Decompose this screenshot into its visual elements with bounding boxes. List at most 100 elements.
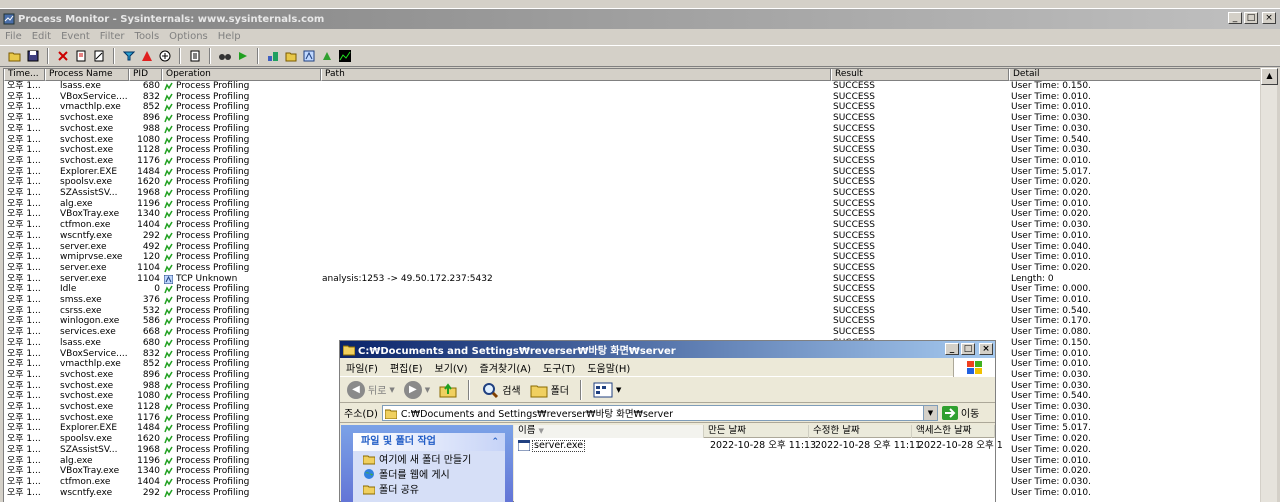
task-new-folder[interactable]: 여기에 새 폴더 만들기: [353, 451, 505, 466]
col-created[interactable]: 만든 날짜: [704, 425, 809, 438]
procmon-titlebar[interactable]: Process Monitor - Sysinternals: www.sysi…: [0, 9, 1280, 29]
jump-icon[interactable]: [234, 47, 252, 65]
file-row[interactable]: server.exe 2022-10-28 오후 11:13 2022-10-2…: [514, 439, 1003, 452]
process-tree-icon[interactable]: [186, 47, 204, 65]
col-path[interactable]: Path: [321, 69, 831, 81]
autoscroll-icon[interactable]: [72, 47, 90, 65]
col-accessed[interactable]: 액세스한 날짜: [912, 425, 995, 438]
collapse-chevron-icon[interactable]: ⌃: [491, 433, 499, 451]
table-row[interactable]: 오후 1... svchost.exe 988 Process Profiling SU…: [4, 123, 1276, 135]
back-button[interactable]: ◀ 뒤로 ▼: [344, 380, 398, 399]
folders-label: 폴더: [550, 386, 569, 397]
process-name: svchost.exe: [60, 369, 114, 380]
table-row[interactable]: 오후 1... winlogon.exe 586 Process Profiling S…: [4, 316, 1276, 327]
table-row[interactable]: 오후 1... VBoxTray.exe 1340 Process Profiling…: [4, 209, 1276, 220]
capture-icon[interactable]: [54, 47, 72, 65]
menu-tools[interactable]: 도구(T): [537, 360, 581, 375]
table-row[interactable]: 오후 1... spoolsv.exe 1620 Process Profiling S…: [4, 177, 1276, 188]
menu-event[interactable]: Event: [56, 30, 95, 44]
table-row[interactable]: 오후 1... svchost.exe 1176 Process Profiling S…: [4, 156, 1276, 167]
file-list[interactable]: 이름 ▼ 만든 날짜 수정한 날짜 액세스한 날짜 server.exe 202…: [514, 425, 1003, 502]
table-row[interactable]: 오후 1... server.exe 492 Process Profiling SUC…: [4, 242, 1276, 253]
address-input[interactable]: C:₩Documents and Settings₩reverser₩바탕 화면…: [381, 404, 938, 421]
task-publish-web[interactable]: 폴더를 웹에 게시: [353, 466, 505, 481]
toolbar-separator: [209, 48, 211, 64]
task-panel-header[interactable]: 파일 및 폴더 작업 ⌃: [353, 433, 505, 451]
close-button[interactable]: ×: [979, 343, 993, 355]
maximize-button[interactable]: □: [961, 343, 975, 355]
minimize-button[interactable]: _: [945, 343, 959, 355]
table-row[interactable]: 오후 1... wscntfy.exe 292 Process Profiling SU…: [4, 231, 1276, 242]
table-row[interactable]: 오후 1... svchost.exe 1128 Process Profiling S…: [4, 145, 1276, 156]
save-icon[interactable]: [24, 47, 42, 65]
menu-help[interactable]: 도움말(H): [581, 360, 636, 375]
views-button[interactable]: ▼: [590, 381, 624, 399]
table-row[interactable]: 오후 1... csrss.exe 532 Process Profiling SUCC…: [4, 306, 1276, 317]
table-row[interactable]: 오후 1... server.exe 1104 TCP Unknown analysis…: [4, 274, 1276, 285]
filesystem-activity-icon[interactable]: [282, 47, 300, 65]
share-folder-icon: [363, 485, 375, 494]
menu-favorites[interactable]: 즐겨찾기(A): [474, 360, 537, 375]
table-row[interactable]: 오후 1... VBoxService.... 832 Process Profili…: [4, 92, 1276, 103]
col-process-name[interactable]: Process Name: [45, 69, 129, 81]
up-folder-button[interactable]: [436, 381, 460, 399]
process-activity-icon[interactable]: [318, 47, 336, 65]
col-time[interactable]: Time...: [4, 69, 45, 81]
table-row[interactable]: 오후 1... svchost.exe 1080 Process Profiling S…: [4, 135, 1276, 146]
go-button[interactable]: 이동: [941, 405, 979, 420]
menu-filter[interactable]: Filter: [95, 30, 130, 44]
table-row[interactable]: 오후 1... alg.exe 1196 Process Profiling SUCCE…: [4, 199, 1276, 210]
table-row[interactable]: 오후 1... Idle 0 Process Profiling SUCCESS User…: [4, 284, 1276, 295]
table-row[interactable]: 오후 1... Explorer.EXE 1484 Process Profiling…: [4, 167, 1276, 178]
col-detail[interactable]: Detail: [1009, 69, 1276, 81]
menu-file[interactable]: 파일(F): [340, 360, 384, 375]
operation: Process Profiling: [176, 123, 250, 134]
table-row[interactable]: 오후 1... wmiprvse.exe 120 Process Profiling S…: [4, 252, 1276, 263]
table-row[interactable]: 오후 1... lsass.exe 680 Process Profiling SUCC…: [4, 81, 1276, 92]
menu-view[interactable]: 보기(V): [429, 360, 474, 375]
menu-help[interactable]: Help: [213, 30, 246, 44]
menu-file[interactable]: File: [0, 30, 27, 44]
task-share-folder[interactable]: 폴더 공유: [353, 481, 505, 496]
table-row[interactable]: 오후 1... vmacthlp.exe 852 Process Profiling S…: [4, 102, 1276, 113]
event-time: 오후 1...: [7, 487, 41, 498]
clear-icon[interactable]: [90, 47, 108, 65]
include-process-icon[interactable]: [156, 47, 174, 65]
explorer-titlebar[interactable]: C:₩Documents and Settings₩reverser₩바탕 화면…: [340, 341, 995, 358]
col-modified[interactable]: 수정한 날짜: [809, 425, 912, 438]
col-operation[interactable]: Operation: [162, 69, 321, 81]
event-detail: User Time: 0.030...: [1011, 113, 1091, 124]
network-activity-icon[interactable]: [300, 47, 318, 65]
filter-icon[interactable]: [120, 47, 138, 65]
table-row[interactable]: 오후 1... ctfmon.exe 1404 Process Profiling SU…: [4, 220, 1276, 231]
menu-edit[interactable]: Edit: [27, 30, 56, 44]
col-name[interactable]: 이름 ▼: [514, 425, 704, 438]
forward-button[interactable]: ▶ ▼: [401, 380, 433, 399]
chevron-down-icon[interactable]: ▼: [922, 405, 937, 420]
table-row[interactable]: 오후 1... SZAssistSV... 1968 Process Profilin…: [4, 188, 1276, 199]
process-id: 896: [142, 369, 160, 380]
operation: Process Profiling: [176, 444, 250, 455]
table-row[interactable]: 오후 1... server.exe 1104 Process Profiling SU…: [4, 263, 1276, 274]
minimize-button[interactable]: _: [1228, 12, 1242, 24]
col-result[interactable]: Result: [831, 69, 1009, 81]
menu-options[interactable]: Options: [164, 30, 213, 44]
close-button[interactable]: ×: [1262, 12, 1276, 24]
table-row[interactable]: 오후 1... smss.exe 376 Process Profiling SUCCE…: [4, 295, 1276, 306]
registry-activity-icon[interactable]: [264, 47, 282, 65]
maximize-button[interactable]: □: [1244, 12, 1258, 24]
folders-button[interactable]: 폴더: [527, 381, 572, 399]
profiling-activity-icon[interactable]: [336, 47, 354, 65]
process-name: vmacthlp.exe: [60, 102, 121, 113]
search-button[interactable]: 검색: [478, 381, 523, 399]
table-row[interactable]: 오후 1... svchost.exe 896 Process Profiling SU…: [4, 113, 1276, 124]
highlight-icon[interactable]: [138, 47, 156, 65]
col-pid[interactable]: PID: [129, 69, 162, 81]
table-row[interactable]: 오후 1... services.exe 668 Process Profiling S…: [4, 327, 1276, 338]
open-icon[interactable]: [6, 47, 24, 65]
menu-edit[interactable]: 편집(E): [384, 360, 429, 375]
menu-tools[interactable]: Tools: [130, 30, 165, 44]
vertical-scrollbar[interactable]: ▲: [1260, 68, 1278, 502]
scroll-up-icon[interactable]: ▲: [1261, 68, 1278, 85]
find-icon[interactable]: [216, 47, 234, 65]
